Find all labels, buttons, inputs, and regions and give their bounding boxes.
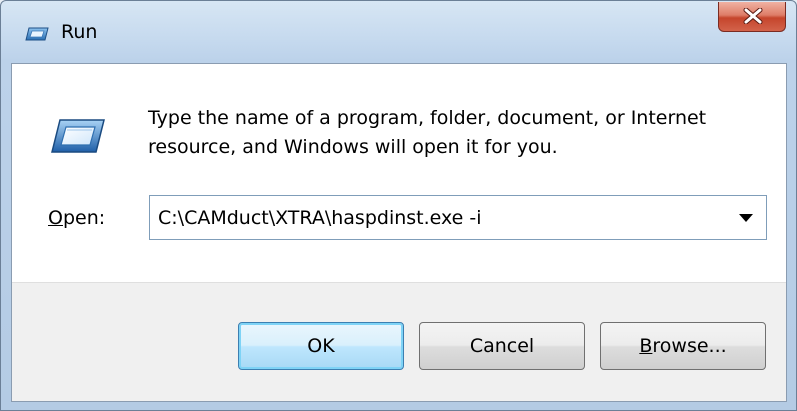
- cancel-button[interactable]: Cancel: [419, 322, 585, 370]
- title-bar[interactable]: Run: [1, 1, 796, 63]
- browse-accelerator: B: [639, 335, 653, 357]
- open-combobox[interactable]: [149, 195, 767, 240]
- run-dialog-window: Run Type the name of a program, folder, …: [0, 0, 797, 411]
- dialog-content: Type the name of a program, folder, docu…: [12, 64, 786, 282]
- run-program-icon: [51, 119, 105, 153]
- window-title: Run: [61, 21, 98, 43]
- close-icon: [743, 8, 763, 24]
- open-label: Open:: [48, 207, 105, 229]
- dialog-description: Type the name of a program, folder, docu…: [148, 107, 707, 158]
- browse-label: rowse...: [652, 335, 727, 357]
- chevron-down-icon: [739, 214, 753, 222]
- combobox-dropdown-button[interactable]: [726, 196, 766, 239]
- browse-button[interactable]: Browse...: [600, 322, 766, 370]
- open-label-accelerator: O: [48, 207, 63, 229]
- dialog-client-area: Type the name of a program, folder, docu…: [11, 63, 787, 402]
- open-label-text: pen:: [62, 207, 106, 229]
- command-input[interactable]: [158, 196, 718, 239]
- ok-button[interactable]: OK: [238, 322, 404, 370]
- run-icon: [25, 27, 49, 41]
- close-button[interactable]: [718, 2, 786, 32]
